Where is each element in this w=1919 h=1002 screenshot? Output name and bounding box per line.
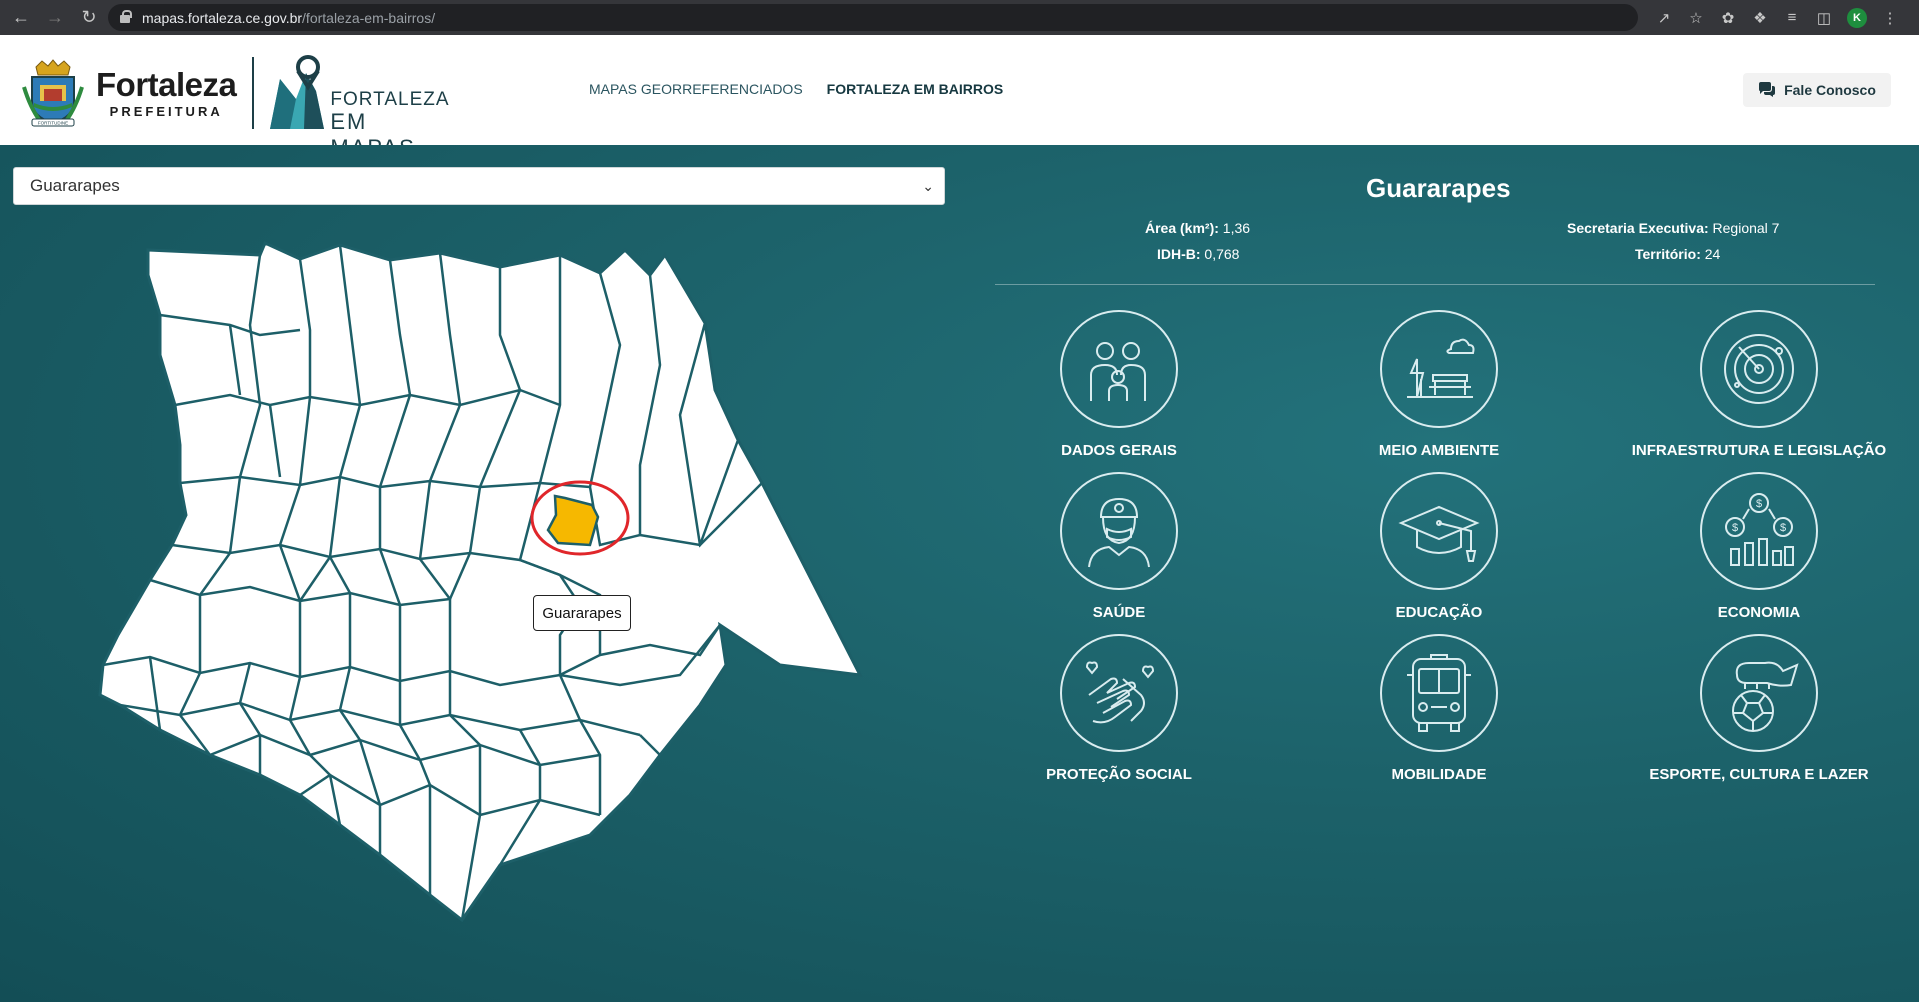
card-label-mobilidade: MOBILIDADE: [1391, 766, 1487, 783]
card-label-protecao-social: PROTEÇÃO SOCIAL: [1046, 766, 1192, 783]
secretaria-line: Secretaria Executiva: Regional 7: [1567, 220, 1780, 236]
bus-icon: [1380, 634, 1498, 752]
football-icon: [1700, 634, 1818, 752]
neighborhood-title: Guararapes: [1366, 173, 1511, 203]
card-esporte-cultura-lazer[interactable]: ESPORTE, CULTURA E LAZER: [1599, 634, 1919, 783]
profile-avatar[interactable]: K: [1847, 7, 1867, 28]
park-icon: [1380, 310, 1498, 428]
share-icon[interactable]: ↗: [1655, 9, 1673, 27]
svg-text:$: $: [1756, 498, 1762, 510]
radar-icon: [1700, 310, 1818, 428]
family-icon: [1060, 310, 1178, 428]
svg-text:$: $: [1780, 522, 1786, 534]
playlist-icon[interactable]: ≡: [1783, 9, 1801, 27]
url-host: mapas.fortaleza.ce.gov.br: [142, 9, 303, 26]
forward-arrow-icon[interactable]: →: [42, 5, 68, 31]
svg-text:$: $: [1732, 522, 1738, 534]
card-dados-gerais[interactable]: DADOS GERAIS: [959, 310, 1279, 459]
nav-mapas-georreferenciados[interactable]: MAPAS GEORREFERENCIADOS: [589, 81, 803, 97]
card-label-saude: SAÚDE: [1092, 604, 1146, 621]
brand-subtitle: PREFEITURA: [109, 103, 223, 119]
puzzle-icon[interactable]: ❖: [1751, 9, 1769, 27]
kebab-menu-icon[interactable]: ⋮: [1881, 9, 1899, 27]
territorio-line: Território: 24: [1635, 246, 1721, 262]
bairro-select[interactable]: Guararapes ⌄: [13, 167, 945, 205]
brand-divider: [252, 57, 255, 129]
brand-name: Fortaleza: [96, 65, 237, 103]
card-label-educacao: EDUCAÇÃO: [1395, 604, 1483, 621]
card-label-meio-ambiente: MEIO AMBIENTE: [1378, 442, 1500, 459]
card-economia[interactable]: $ $ $ ECONOMIA: [1599, 472, 1919, 621]
card-label-economia: ECONOMIA: [1717, 604, 1801, 621]
lock-icon: [120, 10, 132, 24]
nav-fortaleza-em-bairros[interactable]: FORTALEZA EM BAIRROS: [827, 81, 1004, 97]
card-label-esporte-cultura-lazer: ESPORTE, CULTURA E LAZER: [1649, 766, 1869, 783]
info-divider: [995, 284, 1875, 285]
fortaleza-em-mapas-logo: FORTALEZA EM MAPAS: [266, 53, 456, 160]
card-infraestrutura[interactable]: INFRAESTRUTURA E LEGISLAÇÃO: [1599, 310, 1919, 459]
contact-button[interactable]: Fale Conosco: [1743, 73, 1891, 107]
reload-icon[interactable]: ↻: [76, 5, 102, 31]
city-crest-logo: FORTITUDINE: [22, 57, 84, 129]
chat-bubbles-icon: [1759, 82, 1776, 97]
map-tooltip: Guararapes: [533, 595, 631, 631]
emapas-line1: FORTALEZA: [330, 89, 450, 110]
neighborhood-map[interactable]: Guararapes: [0, 215, 960, 955]
contact-label: Fale Conosco: [1784, 82, 1876, 98]
money-chart-icon: $ $ $: [1700, 472, 1818, 590]
url-path: /fortaleza-em-bairros/: [302, 9, 436, 26]
doctor-icon: [1060, 472, 1178, 590]
address-bar[interactable]: mapas.fortaleza.ce.gov.br/fortaleza-em-b…: [108, 4, 1638, 31]
bairro-select-value: Guararapes: [30, 176, 120, 195]
back-arrow-icon[interactable]: ←: [8, 5, 34, 31]
card-label-dados-gerais: DADOS GERAIS: [1061, 442, 1177, 459]
svg-text:FORTITUDINE: FORTITUDINE: [38, 121, 68, 126]
idh-line: IDH-B: 0,768: [1157, 246, 1240, 262]
browser-toolbar: ← → ↻ mapas.fortaleza.ce.gov.br/fortalez…: [0, 0, 1919, 35]
area-line: Área (km²): 1,36: [1145, 220, 1251, 236]
card-saude[interactable]: SAÚDE: [959, 472, 1279, 621]
color-extension-icon[interactable]: ✿: [1719, 9, 1737, 27]
card-label-infraestrutura: INFRAESTRUTURA E LEGISLAÇÃO: [1631, 442, 1887, 459]
card-mobilidade[interactable]: MOBILIDADE: [1279, 634, 1599, 783]
guararapes-polygon: [546, 494, 600, 547]
card-educacao[interactable]: EDUCAÇÃO: [1279, 472, 1599, 621]
chevron-down-icon: ⌄: [922, 178, 934, 194]
main-content: Guararapes ⌄ Guararapes Guararapes Área …: [0, 145, 1919, 1002]
caring-hands-icon: [1060, 634, 1178, 752]
card-protecao-social[interactable]: PROTEÇÃO SOCIAL: [959, 634, 1279, 783]
sidepanel-icon[interactable]: ◫: [1815, 9, 1833, 27]
top-navigation: MAPAS GEORREFERENCIADOS FORTALEZA EM BAI…: [589, 81, 1003, 97]
card-meio-ambiente[interactable]: MEIO AMBIENTE: [1279, 310, 1599, 459]
star-icon[interactable]: ☆: [1687, 9, 1705, 27]
brand[interactable]: FORTITUDINE Fortaleza PREFEITURA FORTALE…: [22, 53, 456, 160]
graduation-cap-icon: [1380, 472, 1498, 590]
site-header: FORTITUDINE Fortaleza PREFEITURA FORTALE…: [0, 35, 1919, 160]
